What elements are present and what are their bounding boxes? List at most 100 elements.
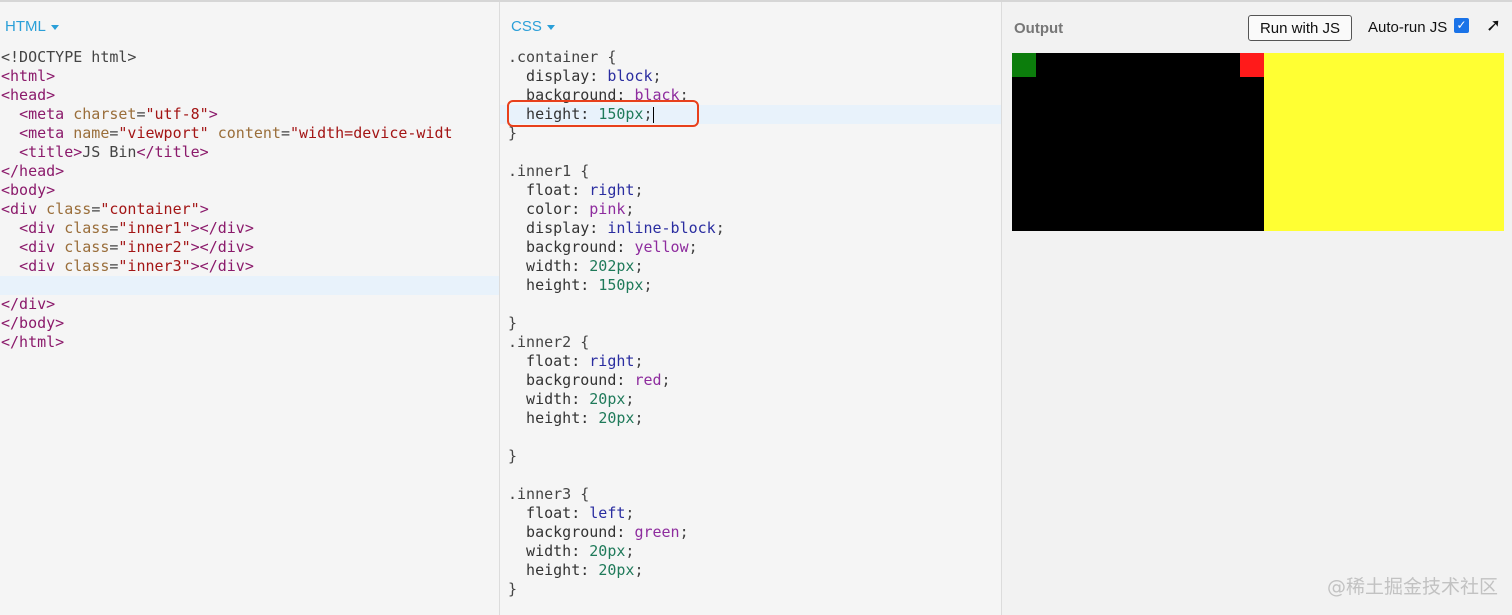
code-token: <meta: [19, 105, 74, 123]
css-language-label: CSS: [511, 18, 542, 35]
code-token: .inner1 {: [508, 162, 590, 180]
code-token: ;: [688, 238, 698, 256]
code-line[interactable]: height: 20px;: [500, 409, 1001, 428]
run-with-js-button[interactable]: Run with JS: [1248, 15, 1352, 41]
code-token: ></div>: [190, 219, 254, 237]
code-token: ;: [625, 200, 635, 218]
auto-run-js-checkbox[interactable]: ✓: [1454, 18, 1469, 33]
code-token: <html>: [1, 67, 56, 85]
css-pane-header: CSS: [500, 2, 1001, 52]
code-line[interactable]: display: block;: [500, 67, 1001, 86]
code-token: </body>: [1, 314, 65, 332]
code-line[interactable]: }: [500, 580, 1001, 599]
code-line[interactable]: <div class="inner2"></div>: [0, 238, 499, 257]
code-line[interactable]: <div class="container">: [0, 200, 499, 219]
code-token: "container": [100, 200, 200, 218]
code-token: height:: [508, 409, 599, 427]
code-line[interactable]: <title>JS Bin</title>: [0, 143, 499, 162]
code-line[interactable]: color: pink;: [500, 200, 1001, 219]
code-line[interactable]: display: inline-block;: [500, 219, 1001, 238]
css-language-dropdown[interactable]: CSS: [511, 18, 555, 35]
watermark: @稀土掘金技术社区: [1326, 576, 1498, 598]
code-line[interactable]: .container {: [500, 48, 1001, 67]
html-pane-header: HTML: [0, 2, 499, 52]
code-token: width:: [508, 390, 590, 408]
code-line[interactable]: }: [500, 314, 1001, 333]
code-token: "utf-8": [145, 105, 209, 123]
code-line[interactable]: </div>: [0, 295, 499, 314]
code-line[interactable]: width: 20px;: [500, 542, 1001, 561]
code-line[interactable]: width: 20px;: [500, 390, 1001, 409]
code-token: "width=device-widt: [290, 124, 453, 142]
code-token: height:: [508, 276, 599, 294]
html-language-dropdown[interactable]: HTML: [5, 18, 59, 35]
code-token: class: [64, 238, 110, 256]
code-line[interactable]: float: right;: [500, 181, 1001, 200]
html-code-editor[interactable]: <!DOCTYPE html> <html> <head> <meta charse…: [0, 48, 499, 352]
code-line[interactable]: float: left;: [500, 504, 1001, 523]
code-line[interactable]: width: 202px;: [500, 257, 1001, 276]
expand-arrow-icon[interactable]: ➚: [1486, 15, 1501, 36]
code-token: ></div>: [190, 257, 254, 275]
code-token: =: [136, 105, 146, 123]
code-token: </title>: [136, 143, 209, 161]
code-token: ;: [634, 561, 644, 579]
auto-run-js-label: Auto-run JS: [1368, 19, 1448, 36]
code-line[interactable]: [0, 276, 499, 295]
code-line[interactable]: </html>: [0, 333, 499, 352]
rendered-output-frame: [1012, 53, 1504, 231]
code-line[interactable]: [500, 295, 1001, 314]
code-token: content: [217, 124, 281, 142]
code-line[interactable]: <head>: [0, 86, 499, 105]
code-line[interactable]: <body>: [0, 181, 499, 200]
code-token: ;: [634, 257, 644, 275]
output-title: Output: [1014, 20, 1064, 37]
code-token: 150px: [598, 276, 644, 294]
code-line[interactable]: <div class="inner1"></div>: [0, 219, 499, 238]
code-token: "inner3": [118, 257, 191, 275]
code-token: </div>: [1, 295, 56, 313]
code-token: ;: [643, 276, 653, 294]
code-token: 20px: [589, 390, 626, 408]
code-token: left: [589, 504, 626, 522]
code-line[interactable]: <meta charset="utf-8">: [0, 105, 499, 124]
code-token: ;: [652, 67, 662, 85]
caret-down-icon: [546, 25, 555, 30]
code-line[interactable]: </body>: [0, 314, 499, 333]
highlight-annotation-box: [507, 100, 699, 127]
code-line[interactable]: .inner3 {: [500, 485, 1001, 504]
code-line[interactable]: [500, 143, 1001, 162]
code-token: background:: [508, 238, 635, 256]
code-line[interactable]: background: red;: [500, 371, 1001, 390]
css-code-editor[interactable]: .container { display: block; background:…: [500, 48, 1001, 599]
code-line[interactable]: background: yellow;: [500, 238, 1001, 257]
code-line[interactable]: [500, 428, 1001, 447]
code-line[interactable]: <div class="inner3"></div>: [0, 257, 499, 276]
code-line[interactable]: .inner2 {: [500, 333, 1001, 352]
code-token: red: [634, 371, 662, 389]
code-token: <div: [1, 200, 47, 218]
code-line[interactable]: .inner1 {: [500, 162, 1001, 181]
code-line[interactable]: </head>: [0, 162, 499, 181]
code-line[interactable]: float: right;: [500, 352, 1001, 371]
code-token: green: [634, 523, 680, 541]
code-line[interactable]: [500, 466, 1001, 485]
code-token: width:: [508, 257, 590, 275]
code-line[interactable]: <html>: [0, 67, 499, 86]
code-line[interactable]: height: 150px;: [500, 276, 1001, 295]
code-line[interactable]: background: green;: [500, 523, 1001, 542]
rendered-inner1-block: [1264, 53, 1504, 231]
code-token: 20px: [589, 542, 626, 560]
code-line[interactable]: <!DOCTYPE html>: [0, 48, 499, 67]
code-line[interactable]: height: 20px;: [500, 561, 1001, 580]
code-token: <div: [19, 257, 65, 275]
code-line[interactable]: }: [500, 447, 1001, 466]
code-token: width:: [508, 542, 590, 560]
html-language-label: HTML: [5, 18, 46, 35]
code-line[interactable]: <meta name="viewport" content="width=dev…: [0, 124, 499, 143]
code-token: >: [208, 105, 218, 123]
code-token: <body>: [1, 181, 56, 199]
